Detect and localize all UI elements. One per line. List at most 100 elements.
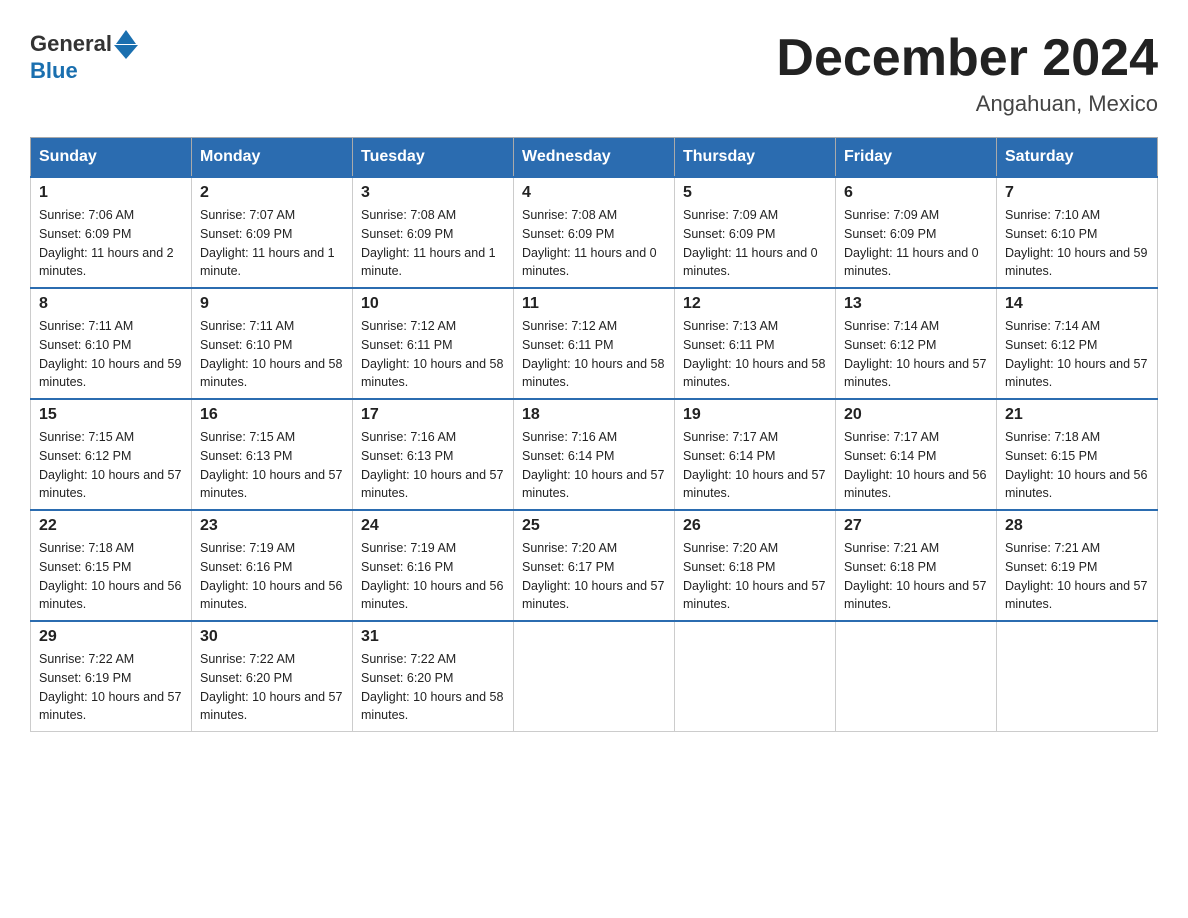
calendar-cell: 2 Sunrise: 7:07 AMSunset: 6:09 PMDayligh… [192,177,353,288]
day-number: 25 [522,517,666,535]
day-number: 30 [200,628,344,646]
day-number: 5 [683,184,827,202]
day-info: Sunrise: 7:21 AMSunset: 6:18 PMDaylight:… [844,539,988,614]
day-info: Sunrise: 7:15 AMSunset: 6:12 PMDaylight:… [39,428,183,503]
day-number: 19 [683,406,827,424]
logo-triangle-top [116,30,136,44]
day-number: 21 [1005,406,1149,424]
calendar-cell: 3 Sunrise: 7:08 AMSunset: 6:09 PMDayligh… [353,177,514,288]
calendar-cell: 19 Sunrise: 7:17 AMSunset: 6:14 PMDaylig… [675,399,836,510]
day-number: 29 [39,628,183,646]
day-info: Sunrise: 7:07 AMSunset: 6:09 PMDaylight:… [200,206,344,281]
day-info: Sunrise: 7:14 AMSunset: 6:12 PMDaylight:… [844,317,988,392]
day-info: Sunrise: 7:12 AMSunset: 6:11 PMDaylight:… [361,317,505,392]
day-number: 18 [522,406,666,424]
day-number: 13 [844,295,988,313]
day-number: 8 [39,295,183,313]
calendar-cell: 1 Sunrise: 7:06 AMSunset: 6:09 PMDayligh… [31,177,192,288]
calendar-cell: 21 Sunrise: 7:18 AMSunset: 6:15 PMDaylig… [997,399,1158,510]
day-info: Sunrise: 7:19 AMSunset: 6:16 PMDaylight:… [361,539,505,614]
calendar-cell: 30 Sunrise: 7:22 AMSunset: 6:20 PMDaylig… [192,621,353,732]
calendar-cell [997,621,1158,732]
logo-triangle-bottom [114,45,138,59]
logo-text-blue: Blue [30,59,78,83]
day-info: Sunrise: 7:09 AMSunset: 6:09 PMDaylight:… [844,206,988,281]
day-info: Sunrise: 7:20 AMSunset: 6:17 PMDaylight:… [522,539,666,614]
day-number: 17 [361,406,505,424]
day-header-tuesday: Tuesday [353,138,514,178]
day-number: 3 [361,184,505,202]
calendar-cell: 9 Sunrise: 7:11 AMSunset: 6:10 PMDayligh… [192,288,353,399]
day-number: 6 [844,184,988,202]
day-info: Sunrise: 7:11 AMSunset: 6:10 PMDaylight:… [200,317,344,392]
day-number: 4 [522,184,666,202]
calendar-week-row: 22 Sunrise: 7:18 AMSunset: 6:15 PMDaylig… [31,510,1158,621]
day-number: 23 [200,517,344,535]
day-info: Sunrise: 7:14 AMSunset: 6:12 PMDaylight:… [1005,317,1149,392]
day-info: Sunrise: 7:08 AMSunset: 6:09 PMDaylight:… [522,206,666,281]
calendar-cell: 27 Sunrise: 7:21 AMSunset: 6:18 PMDaylig… [836,510,997,621]
day-number: 31 [361,628,505,646]
logo: General Blue [30,30,138,83]
day-info: Sunrise: 7:06 AMSunset: 6:09 PMDaylight:… [39,206,183,281]
day-header-saturday: Saturday [997,138,1158,178]
calendar-week-row: 1 Sunrise: 7:06 AMSunset: 6:09 PMDayligh… [31,177,1158,288]
day-number: 22 [39,517,183,535]
logo-text-general: General [30,32,112,56]
calendar-cell: 24 Sunrise: 7:19 AMSunset: 6:16 PMDaylig… [353,510,514,621]
calendar-cell: 11 Sunrise: 7:12 AMSunset: 6:11 PMDaylig… [514,288,675,399]
day-info: Sunrise: 7:13 AMSunset: 6:11 PMDaylight:… [683,317,827,392]
day-header-friday: Friday [836,138,997,178]
page-header: General Blue December 2024 Angahuan, Mex… [30,30,1158,117]
day-header-sunday: Sunday [31,138,192,178]
day-number: 11 [522,295,666,313]
calendar-cell: 14 Sunrise: 7:14 AMSunset: 6:12 PMDaylig… [997,288,1158,399]
day-info: Sunrise: 7:18 AMSunset: 6:15 PMDaylight:… [39,539,183,614]
day-number: 9 [200,295,344,313]
day-header-thursday: Thursday [675,138,836,178]
calendar-cell: 16 Sunrise: 7:15 AMSunset: 6:13 PMDaylig… [192,399,353,510]
calendar-header-row: SundayMondayTuesdayWednesdayThursdayFrid… [31,138,1158,178]
calendar-cell: 5 Sunrise: 7:09 AMSunset: 6:09 PMDayligh… [675,177,836,288]
day-header-monday: Monday [192,138,353,178]
calendar-cell: 15 Sunrise: 7:15 AMSunset: 6:12 PMDaylig… [31,399,192,510]
calendar-cell: 31 Sunrise: 7:22 AMSunset: 6:20 PMDaylig… [353,621,514,732]
day-info: Sunrise: 7:20 AMSunset: 6:18 PMDaylight:… [683,539,827,614]
calendar-cell: 6 Sunrise: 7:09 AMSunset: 6:09 PMDayligh… [836,177,997,288]
calendar-cell: 17 Sunrise: 7:16 AMSunset: 6:13 PMDaylig… [353,399,514,510]
calendar-table: SundayMondayTuesdayWednesdayThursdayFrid… [30,137,1158,732]
calendar-cell: 10 Sunrise: 7:12 AMSunset: 6:11 PMDaylig… [353,288,514,399]
day-info: Sunrise: 7:17 AMSunset: 6:14 PMDaylight:… [683,428,827,503]
day-info: Sunrise: 7:22 AMSunset: 6:19 PMDaylight:… [39,650,183,725]
day-info: Sunrise: 7:11 AMSunset: 6:10 PMDaylight:… [39,317,183,392]
day-number: 12 [683,295,827,313]
calendar-cell: 26 Sunrise: 7:20 AMSunset: 6:18 PMDaylig… [675,510,836,621]
day-number: 7 [1005,184,1149,202]
day-info: Sunrise: 7:15 AMSunset: 6:13 PMDaylight:… [200,428,344,503]
calendar-cell [836,621,997,732]
day-info: Sunrise: 7:09 AMSunset: 6:09 PMDaylight:… [683,206,827,281]
day-number: 20 [844,406,988,424]
day-number: 26 [683,517,827,535]
location: Angahuan, Mexico [776,91,1158,117]
calendar-week-row: 15 Sunrise: 7:15 AMSunset: 6:12 PMDaylig… [31,399,1158,510]
calendar-cell: 28 Sunrise: 7:21 AMSunset: 6:19 PMDaylig… [997,510,1158,621]
day-info: Sunrise: 7:21 AMSunset: 6:19 PMDaylight:… [1005,539,1149,614]
day-number: 16 [200,406,344,424]
calendar-cell: 23 Sunrise: 7:19 AMSunset: 6:16 PMDaylig… [192,510,353,621]
day-info: Sunrise: 7:19 AMSunset: 6:16 PMDaylight:… [200,539,344,614]
day-info: Sunrise: 7:12 AMSunset: 6:11 PMDaylight:… [522,317,666,392]
day-header-wednesday: Wednesday [514,138,675,178]
day-number: 27 [844,517,988,535]
calendar-cell: 25 Sunrise: 7:20 AMSunset: 6:17 PMDaylig… [514,510,675,621]
month-title: December 2024 [776,30,1158,87]
calendar-week-row: 8 Sunrise: 7:11 AMSunset: 6:10 PMDayligh… [31,288,1158,399]
day-info: Sunrise: 7:17 AMSunset: 6:14 PMDaylight:… [844,428,988,503]
day-number: 15 [39,406,183,424]
calendar-cell: 4 Sunrise: 7:08 AMSunset: 6:09 PMDayligh… [514,177,675,288]
day-number: 1 [39,184,183,202]
day-info: Sunrise: 7:22 AMSunset: 6:20 PMDaylight:… [361,650,505,725]
day-info: Sunrise: 7:16 AMSunset: 6:14 PMDaylight:… [522,428,666,503]
calendar-cell: 20 Sunrise: 7:17 AMSunset: 6:14 PMDaylig… [836,399,997,510]
calendar-cell: 13 Sunrise: 7:14 AMSunset: 6:12 PMDaylig… [836,288,997,399]
